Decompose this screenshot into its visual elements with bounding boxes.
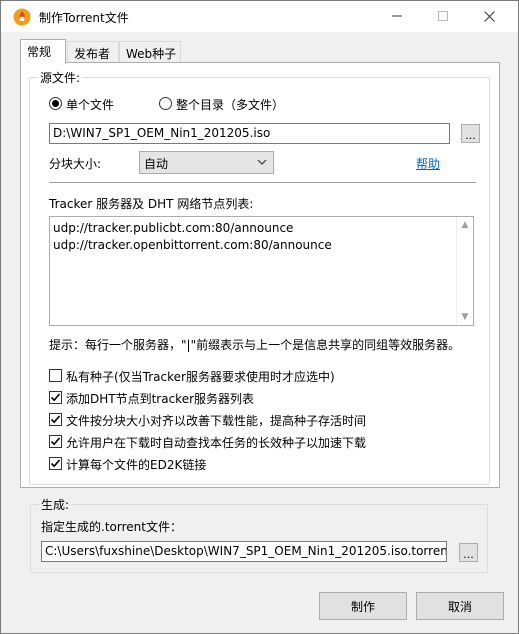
create-button[interactable]: 制作 bbox=[319, 592, 407, 620]
find-long-seeds-checkbox[interactable] bbox=[49, 435, 62, 448]
source-file-group: 源文件: 单个文件 整个目录（多文件） D:\WIN7_SP1_OEM_Nin1… bbox=[29, 69, 490, 485]
tab-publisher[interactable]: 发布者 bbox=[67, 41, 119, 63]
close-button[interactable] bbox=[466, 1, 512, 31]
piece-size-value: 自动 bbox=[144, 157, 169, 171]
tracker-hint: 提示：每行一个服务器，"|"前缀表示与上一个是信息共享的同组等效服务器。 bbox=[49, 338, 461, 352]
scroll-down-icon[interactable]: ▼ bbox=[457, 309, 473, 325]
general-tab-panel: 源文件: 单个文件 整个目录（多文件） D:\WIN7_SP1_OEM_Nin1… bbox=[20, 62, 500, 488]
minimize-button[interactable] bbox=[374, 1, 420, 31]
tracker-list-scrollbar[interactable]: ▲ ▼ bbox=[456, 217, 473, 325]
tracker-entry: udp://tracker.openbittorrent.com:80/anno… bbox=[53, 238, 332, 252]
checkmark-icon bbox=[50, 393, 61, 402]
add-dht-nodes-checkbox[interactable] bbox=[49, 391, 62, 404]
close-icon bbox=[483, 10, 495, 22]
output-browse-button[interactable]: ... bbox=[459, 543, 478, 562]
piece-size-label: 分块大小: bbox=[49, 157, 102, 171]
checkmark-icon bbox=[50, 437, 61, 446]
tracker-list-label: Tracker 服务器及 DHT 网络节点列表: bbox=[49, 197, 254, 211]
app-icon bbox=[13, 8, 31, 26]
compute-ed2k-label[interactable]: 计算每个文件的ED2K链接 bbox=[66, 456, 206, 473]
checkmark-icon bbox=[50, 459, 61, 468]
maximize-button[interactable] bbox=[420, 1, 466, 31]
compute-ed2k-checkbox[interactable] bbox=[49, 457, 62, 470]
output-group: 生成: 指定生成的.torrent文件： C:\Users\fuxshine\D… bbox=[30, 496, 488, 573]
output-file-label: 指定生成的.torrent文件： bbox=[41, 520, 182, 534]
cancel-button[interactable]: 取消 bbox=[416, 592, 504, 620]
minimize-icon bbox=[392, 15, 402, 17]
maximize-icon bbox=[438, 11, 448, 21]
tracker-list[interactable]: udp://tracker.publicbt.com:80/announce u… bbox=[49, 216, 474, 326]
private-torrent-checkbox[interactable] bbox=[49, 369, 62, 382]
separator bbox=[49, 182, 476, 183]
make-torrent-dialog: 制作Torrent文件 常规 发布者 Web种子 源文件: 单个文件 整个目录（… bbox=[0, 0, 519, 634]
checkmark-icon bbox=[50, 415, 61, 424]
piece-size-select[interactable]: 自动 bbox=[139, 151, 274, 174]
tab-general[interactable]: 常规 bbox=[20, 39, 66, 64]
align-pieces-label[interactable]: 文件按分块大小对齐以改善下载性能，提高种子存活时间 bbox=[66, 412, 366, 429]
scroll-up-icon[interactable]: ▲ bbox=[457, 217, 473, 233]
tab-web-seeds[interactable]: Web种子 bbox=[119, 41, 181, 63]
chevron-down-icon bbox=[257, 159, 267, 165]
source-path-field[interactable]: D:\WIN7_SP1_OEM_Nin1_201205.iso bbox=[49, 123, 450, 144]
single-file-radio[interactable] bbox=[49, 97, 62, 110]
directory-radio[interactable] bbox=[159, 97, 172, 110]
source-group-legend: 源文件: bbox=[38, 69, 83, 86]
directory-label[interactable]: 整个目录（多文件） bbox=[176, 96, 284, 113]
title-bar[interactable]: 制作Torrent文件 bbox=[1, 1, 518, 32]
align-pieces-checkbox[interactable] bbox=[49, 413, 62, 426]
private-torrent-label[interactable]: 私有种子(仅当Tracker服务器要求使用时才应选中) bbox=[66, 368, 335, 385]
add-dht-nodes-label[interactable]: 添加DHT节点到tracker服务器列表 bbox=[66, 390, 254, 407]
output-group-legend: 生成: bbox=[39, 496, 72, 513]
tracker-entry: udp://tracker.publicbt.com:80/announce bbox=[53, 221, 294, 235]
source-browse-button[interactable]: ... bbox=[461, 124, 480, 143]
window-title: 制作Torrent文件 bbox=[39, 11, 129, 25]
help-link[interactable]: 帮助 bbox=[416, 155, 440, 172]
single-file-label[interactable]: 单个文件 bbox=[66, 96, 114, 113]
output-path-field[interactable]: C:\Users\fuxshine\Desktop\WIN7_SP1_OEM_N… bbox=[41, 541, 447, 562]
find-long-seeds-label[interactable]: 允许用户在下载时自动查找本任务的长效种子以加速下载 bbox=[66, 434, 366, 451]
